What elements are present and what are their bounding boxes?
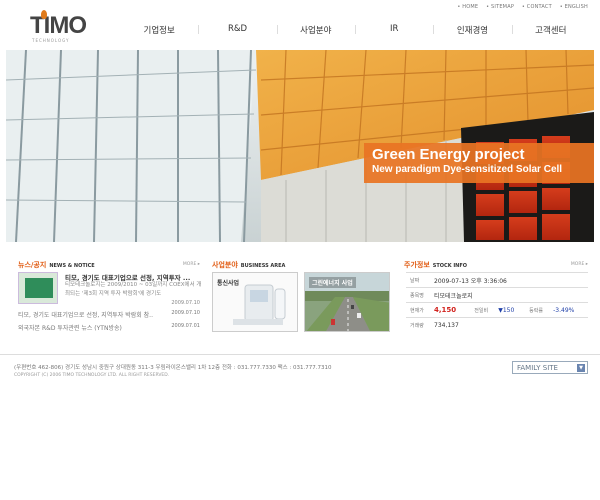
stock-key: 전일비 [470,302,495,318]
stock-price: 4,150 [430,302,471,318]
stock-section: 주가정보 STOCK INFO MORE ▸ 날짜 2009-07-13 오후 3… [404,260,588,340]
business-card-green-energy[interactable]: 그린에너지 사업 [304,272,390,332]
logo[interactable]: TIMO TECHNOLOGY [30,10,90,44]
nav-rnd[interactable]: R&D [198,24,276,36]
business-card-label: 그린에너지 사업 [309,277,356,288]
stock-row-date: 날짜 2009-07-13 오후 3:36:06 [406,272,588,288]
nav-ir[interactable]: IR [354,24,433,36]
stock-key: 날짜 [406,272,430,288]
news-list-item[interactable]: 티모, 경기도 대표기업으로 선정, 지역투자 박람회 참.. 2009.07.… [18,310,200,319]
kiosk-image [25,278,53,298]
nav-careers[interactable]: 인재경영 [433,24,511,36]
family-site-select[interactable]: FAMILY SITE ▼ [512,361,588,374]
hero-caption: Green Energy project New paradigm Dye-se… [364,143,594,183]
news-featured-date: 2009.07.10 [171,300,200,306]
nav-company-info[interactable]: 기업정보 [120,24,198,36]
news-item-date: 2009.07.01 [171,323,200,329]
news-thumbnail[interactable] [18,272,58,304]
stock-value: 734,137 [430,317,588,333]
news-item-title: 티모, 경기도 대표기업으로 선정, 지역투자 박람회 참.. [18,312,153,319]
news-title-ko: 뉴스/공지 [18,261,47,269]
business-title-en: BUSINESS AREA [240,263,286,269]
stock-change: ▼150 [494,302,526,318]
main-navigation: 기업정보 R&D 사업분야 IR 인재경영 고객센터 [120,24,590,36]
stock-title-ko: 주가정보 [404,261,430,269]
stock-row-volume: 거래량 734,137 [406,317,588,333]
business-card-telecom[interactable]: 통신사업 [212,272,298,332]
news-item-title: 외국자본 R&D 투자관련 뉴스 (YTN방송) [18,325,122,332]
nav-customer-center[interactable]: 고객센터 [511,24,590,36]
sitemap-link[interactable]: • SITEMAP [486,4,514,10]
business-title-ko: 사업분야 [212,261,238,269]
news-more-link[interactable]: MORE ▸ [183,262,200,267]
stock-title: 주가정보 STOCK INFO [404,260,467,270]
stock-key: 현재가 [406,302,430,318]
chevron-down-icon[interactable]: ▼ [577,364,585,372]
utility-links: • HOME • SITEMAP • CONTACT • ENGLISH [451,4,588,10]
english-link[interactable]: • ENGLISH [560,4,588,10]
stock-title-en: STOCK INFO [432,263,468,269]
footer-copyright: COPYRIGHT (C) 2006 TIMO TECHNOLOGY LTD. … [14,373,170,378]
stock-key: 종목명 [406,287,430,303]
logo-text: TIMO [30,12,87,39]
stock-row-price: 현재가 4,150 전일비 ▼150 등락률 -3.49% [406,302,588,318]
news-section: 뉴스/공지 NEWS & NOTICE MORE ▸ 티모, 경기도 대표기업으로… [18,260,201,340]
stock-table: 날짜 2009-07-13 오후 3:36:06 종목명 티모테크놀로지 현재가… [406,272,588,333]
news-title-en: NEWS & NOTICE [49,263,95,269]
hero-banner: Green Energy project New paradigm Dye-se… [6,50,594,242]
business-title: 사업분야 BUSINESS AREA [212,260,285,270]
nav-business[interactable]: 사업분야 [276,24,355,36]
footer-address: (우편번호 462-806) 경기도 성남시 중원구 상대원동 311-3 우림… [14,365,332,371]
footer: (우편번호 462-806) 경기도 성남시 중원구 상대원동 311-3 우림… [0,354,600,384]
news-featured-summary: 티모테크놀로지는 2009/2010 ~ 03일까지 COEX에서 개최되는 '… [65,282,202,297]
hero-title: Green Energy project [372,146,525,163]
stock-change-rate: -3.49% [549,302,588,318]
logo-dot-icon [41,10,47,19]
stock-key: 등락률 [525,302,550,318]
news-item-date: 2009.07.10 [171,310,200,316]
home-link[interactable]: • HOME [457,4,478,10]
stock-key: 거래량 [406,317,430,333]
family-site-label: FAMILY SITE [517,364,558,372]
business-card-label: 통신사업 [217,280,240,287]
contact-link[interactable]: • CONTACT [522,4,552,10]
stock-more-link[interactable]: MORE ▸ [571,262,588,267]
news-list-item[interactable]: 외국자본 R&D 투자관련 뉴스 (YTN방송) 2009.07.01 [18,323,200,332]
stock-value: 2009-07-13 오후 3:36:06 [430,272,588,288]
stock-row-name: 종목명 티모테크놀로지 [406,287,588,303]
stock-value: 티모테크놀로지 [430,287,588,303]
news-title: 뉴스/공지 NEWS & NOTICE [18,260,95,270]
business-section: 사업분야 BUSINESS AREA 통신사업 그린에너지 사업 [210,260,395,340]
hero-subtitle: New paradigm Dye-sensitized Solar Cell [372,164,563,175]
